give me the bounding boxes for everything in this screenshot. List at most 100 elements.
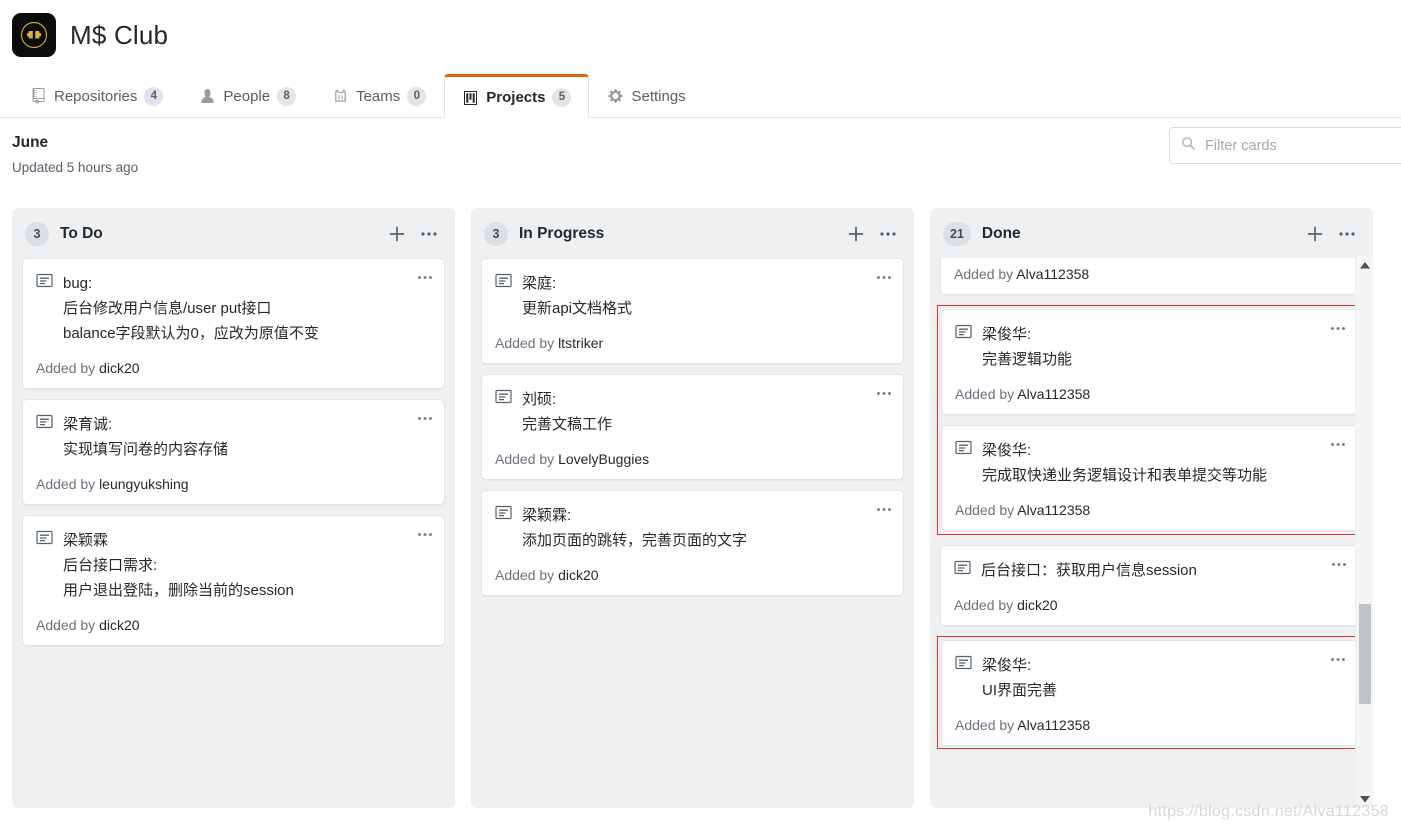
note-icon (954, 560, 971, 580)
card-added-by: Added by Alva112358 (954, 266, 1344, 282)
card-added-by: Added by LovelyBuggies (495, 451, 889, 467)
card-added-prefix: Added by (36, 476, 100, 492)
card-added-by: Added by ltstriker (495, 335, 889, 351)
tab-teams[interactable]: Teams 0 (314, 74, 444, 117)
kebab-horizontal-icon[interactable] (879, 231, 897, 237)
tab-settings[interactable]: Settings (589, 74, 703, 117)
card-kebab-icon[interactable] (1330, 435, 1346, 450)
board-card[interactable]: 梁俊华: UI界面完善 Added by Alva112358 (941, 640, 1358, 745)
project-board-icon (462, 89, 479, 106)
scrollbar-thumb[interactable] (1358, 604, 1371, 704)
board-column-in-progress: 3 In Progress 梁庭: 更新api文档格式 Added by lts… (471, 208, 914, 808)
org-header: M$ Club (0, 0, 1401, 60)
board-card[interactable]: Added by Alva112358 (940, 258, 1359, 295)
card-author[interactable]: dick20 (99, 617, 139, 633)
card-author[interactable]: dick20 (99, 360, 139, 376)
board-card[interactable]: 梁颖霖 后台接口需求: 用户退出登陆，删除当前的session Added by… (22, 515, 445, 646)
page-root: M$ Club Repositories 4 People 8 Teams 0 … (0, 0, 1401, 827)
search-input[interactable]: Filter cards (1169, 127, 1401, 164)
board-card[interactable]: 梁庭: 更新api文档格式 Added by ltstriker (481, 258, 904, 364)
board-card[interactable]: bug: 后台修改用户信息/user put接口 balance字段默认为0，应… (22, 258, 445, 389)
card-added-prefix: Added by (954, 266, 1017, 282)
plus-icon[interactable] (1306, 225, 1324, 243)
plus-icon[interactable] (847, 225, 865, 243)
card-added-by: Added by leungyukshing (36, 476, 430, 492)
card-author[interactable]: Alva112358 (1017, 502, 1090, 518)
board-card[interactable]: 梁俊华: 完成取快递业务逻辑设计和表单提交等功能 Added by Alva11… (941, 425, 1358, 531)
tab-count-teams: 0 (407, 86, 427, 106)
org-avatar[interactable] (12, 13, 56, 57)
card-text: bug: 后台修改用户信息/user put接口 balance字段默认为0，应… (63, 275, 319, 342)
card-added-by: Added by dick20 (954, 597, 1344, 613)
board-card[interactable]: 梁育诚: 实现填写问卷的内容存储 Added by leungyukshing (22, 399, 445, 505)
board-card[interactable]: 刘硕: 完善文稿工作 Added by LovelyBuggies (481, 374, 904, 480)
tab-count-projects: 5 (552, 88, 572, 107)
card-added-by: Added by Alva112358 (955, 717, 1343, 733)
card-kebab-icon[interactable] (417, 409, 433, 424)
scroll-up-arrow-icon[interactable] (1356, 256, 1374, 274)
board-card[interactable]: 梁俊华: 完善逻辑功能 Added by Alva112358 (941, 309, 1358, 415)
column-actions-in-progress (847, 225, 901, 243)
card-kebab-icon[interactable] (1331, 555, 1347, 570)
card-author[interactable]: Alva112358 (1017, 386, 1090, 402)
column-title-in-progress: In Progress (519, 225, 605, 242)
card-author[interactable]: dick20 (558, 567, 598, 583)
column-header-in-progress: 3 In Progress (471, 208, 914, 258)
tab-projects[interactable]: Projects 5 (444, 74, 590, 118)
column-cards-todo: bug: 后台修改用户信息/user put接口 balance字段默认为0，应… (12, 258, 455, 656)
card-kebab-icon[interactable] (1330, 319, 1346, 334)
board-card[interactable]: 梁颖霖: 添加页面的跳转，完善页面的文字 Added by dick20 (481, 490, 904, 596)
column-cards-in-progress: 梁庭: 更新api文档格式 Added by ltstriker 刘硕: 完善文… (471, 258, 914, 606)
card-kebab-icon[interactable] (1330, 650, 1346, 665)
note-icon (955, 440, 972, 460)
card-text: 后台接口：获取用户信息session (981, 562, 1197, 579)
note-icon (495, 505, 512, 525)
card-added-prefix: Added by (955, 502, 1018, 518)
kebab-horizontal-icon[interactable] (1338, 231, 1356, 237)
column-header-todo: 3 To Do (12, 208, 455, 258)
card-author[interactable]: dick20 (1017, 597, 1057, 613)
card-kebab-icon[interactable] (876, 500, 892, 515)
search-placeholder: Filter cards (1205, 137, 1277, 154)
column-cards-done: Added by Alva112358 梁俊华: 完善逻辑功能 Added by… (930, 258, 1373, 759)
scroll-down-arrow-icon[interactable] (1356, 790, 1374, 808)
repo-icon (30, 88, 47, 105)
scrollbar-track[interactable] (1356, 274, 1374, 790)
column-header-done: 21 Done (930, 208, 1373, 258)
card-added-by: Added by Alva112358 (955, 502, 1343, 518)
note-icon (955, 655, 972, 675)
card-author[interactable]: ltstriker (558, 335, 603, 351)
card-added-prefix: Added by (955, 386, 1018, 402)
card-author[interactable]: Alva112358 (1016, 266, 1089, 282)
card-kebab-icon[interactable] (876, 268, 892, 283)
card-added-prefix: Added by (955, 717, 1018, 733)
note-icon (36, 414, 53, 434)
card-added-prefix: Added by (954, 597, 1018, 613)
card-text: 梁俊华: UI界面完善 (982, 657, 1058, 699)
kebab-horizontal-icon[interactable] (420, 231, 438, 237)
tab-label-projects: Projects (486, 89, 546, 106)
card-author[interactable]: leungyukshing (99, 476, 189, 492)
tab-repositories[interactable]: Repositories 4 (12, 74, 181, 117)
person-icon (199, 88, 216, 105)
org-tabbar: Repositories 4 People 8 Teams 0 Projects… (0, 74, 1401, 118)
card-author[interactable]: LovelyBuggies (558, 451, 649, 467)
card-kebab-icon[interactable] (876, 384, 892, 399)
org-name: M$ Club (70, 19, 169, 50)
card-text: 梁庭: 更新api文档格式 (522, 275, 633, 317)
search-icon (1181, 136, 1196, 156)
column-count-todo: 3 (25, 222, 49, 246)
card-author[interactable]: Alva112358 (1017, 717, 1090, 733)
card-kebab-icon[interactable] (417, 525, 433, 540)
card-kebab-icon[interactable] (417, 268, 433, 283)
tab-people[interactable]: People 8 (181, 74, 314, 117)
tab-label-teams: Teams (356, 87, 401, 105)
card-added-prefix: Added by (495, 335, 559, 351)
card-added-by: Added by dick20 (36, 617, 430, 633)
card-text: 梁俊华: 完善逻辑功能 (982, 326, 1073, 368)
done-column-scrollbar[interactable] (1355, 256, 1373, 808)
note-icon (495, 273, 512, 293)
card-added-prefix: Added by (495, 451, 559, 467)
plus-icon[interactable] (388, 225, 406, 243)
board-card[interactable]: 后台接口：获取用户信息session Added by dick20 (940, 545, 1359, 626)
